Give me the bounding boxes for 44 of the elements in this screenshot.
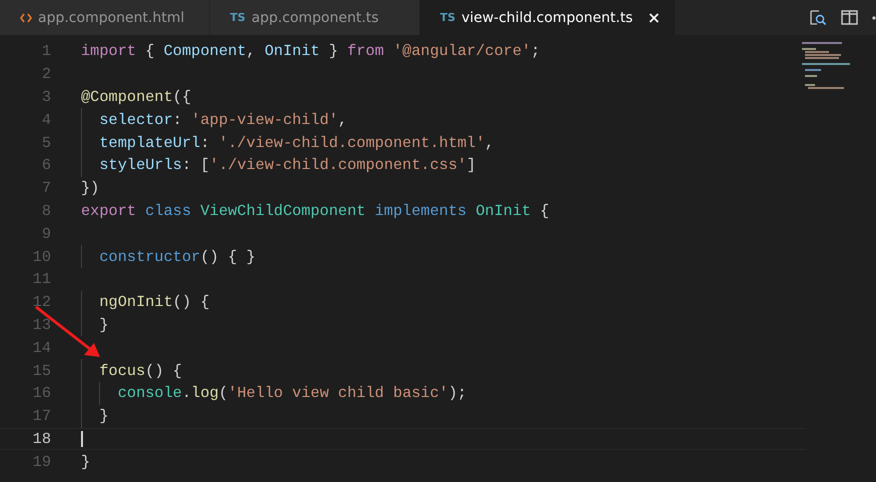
line-number: 19 xyxy=(32,452,51,471)
code-brackets-icon xyxy=(20,12,32,22)
line-number: 2 xyxy=(40,65,51,84)
code-line: } xyxy=(98,407,109,426)
line-number: 8 xyxy=(40,202,51,220)
code-line: focus() { xyxy=(98,362,182,380)
line-number: 6 xyxy=(40,156,51,174)
line-number: 9 xyxy=(40,224,51,243)
editor-tab[interactable]: TS view-child.component.ts xyxy=(420,0,676,35)
code-line: styleUrls: ['./view-child.component.css'] xyxy=(98,156,476,174)
file-type-label: TS xyxy=(230,11,246,24)
code-line: export class ViewChildComponent implements OnInit { xyxy=(81,202,550,220)
split-editor-icon[interactable] xyxy=(841,10,858,25)
line-number: 11 xyxy=(32,270,51,288)
code-line: constructor() { } xyxy=(98,248,256,266)
line-number: 10 xyxy=(32,248,51,266)
line-number: 5 xyxy=(40,134,51,152)
line-number: 15 xyxy=(32,362,51,380)
editor-tab[interactable]: app.component.html xyxy=(0,0,210,35)
line-number: 18 xyxy=(32,430,51,448)
search-icon[interactable] xyxy=(809,8,827,26)
code-line: console.log('Hello view child basic'); xyxy=(116,384,467,402)
editor-tab[interactable]: TS app.component.ts xyxy=(210,0,420,35)
code-line: @Component({ xyxy=(81,88,192,106)
code-line: import { Component, OnInit } from '@angular/core'; xyxy=(81,42,540,60)
code-line: } xyxy=(81,452,90,471)
line-number: 16 xyxy=(32,384,51,402)
code-line: selector: 'app-view-child', xyxy=(98,110,348,129)
code-line: }) xyxy=(81,179,100,198)
line-number: 12 xyxy=(32,293,51,312)
line-number: 3 xyxy=(40,88,51,106)
code-line: } xyxy=(98,316,109,334)
text-cursor xyxy=(81,430,83,448)
close-icon[interactable] xyxy=(648,12,659,22)
line-number: 4 xyxy=(40,110,51,129)
line-number: 13 xyxy=(32,316,51,334)
code-line: templateUrl: './view-child.component.html', xyxy=(98,134,494,152)
more-icon[interactable] xyxy=(872,16,876,20)
line-number: 17 xyxy=(32,407,51,426)
line-number: 7 xyxy=(40,179,51,198)
code-line: ngOnInit() { xyxy=(98,293,210,312)
line-number: 1 xyxy=(40,42,51,60)
file-type-label: TS xyxy=(440,11,456,24)
line-number: 14 xyxy=(32,338,51,357)
